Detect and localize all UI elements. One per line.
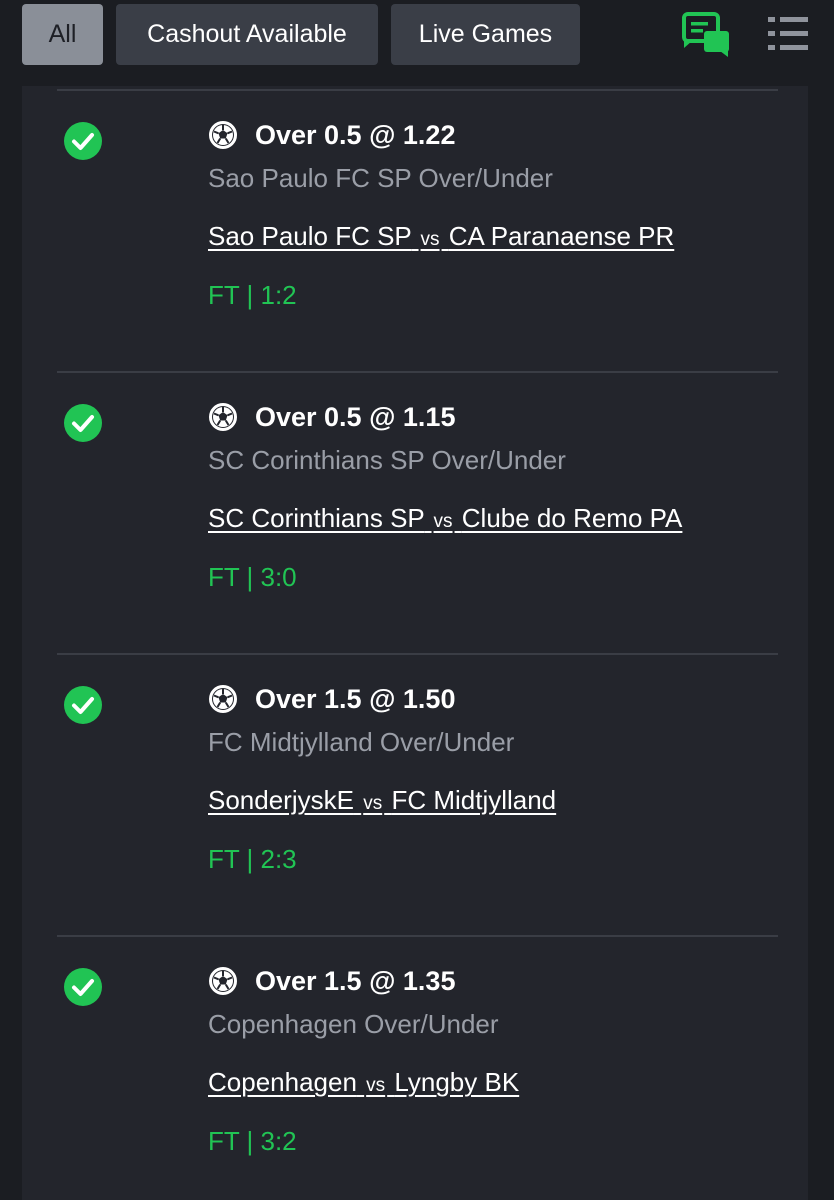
selection-text: Over 1.5 @ 1.50 [255, 683, 456, 714]
filter-all-button[interactable]: All [22, 4, 103, 65]
soccer-ball-icon [208, 684, 238, 714]
away-team: CA Paranaense PR [448, 221, 675, 251]
selection-text: Over 0.5 @ 1.15 [255, 401, 456, 432]
check-circle-icon [63, 967, 103, 1007]
bet-selection: Over 1.5 @ 1.35 [208, 964, 455, 998]
bet-market: Copenhagen Over/Under [208, 1009, 499, 1039]
selection-text: Over 0.5 @ 1.22 [255, 119, 456, 150]
home-team: SC Corinthians SP [208, 503, 425, 533]
bet-market: SC Corinthians SP Over/Under [208, 445, 566, 475]
list-menu-icon[interactable] [766, 14, 810, 54]
check-circle-icon [63, 121, 103, 161]
home-team: Sao Paulo FC SP [208, 221, 412, 251]
away-team: Lyngby BK [394, 1067, 520, 1097]
match-link[interactable]: SC Corinthians SP vs Clube do Remo PA [208, 503, 682, 534]
filter-bar: All Cashout Available Live Games [0, 0, 834, 86]
away-team: Clube do Remo PA [461, 503, 683, 533]
vs-label: vs [433, 511, 453, 532]
home-team: Copenhagen [208, 1067, 357, 1097]
home-team: SonderjyskE [208, 785, 354, 815]
bet-result: FT | 3:2 [208, 1126, 297, 1156]
bet-result: FT | 1:2 [208, 280, 297, 310]
bet-item: Over 0.5 @ 1.22 Sao Paulo FC SP Over/Und… [22, 91, 808, 373]
check-circle-icon [63, 685, 103, 725]
away-team: FC Midtjylland [391, 785, 557, 815]
vs-label: vs [363, 793, 383, 814]
bet-list: Over 0.5 @ 1.22 Sao Paulo FC SP Over/Und… [22, 86, 808, 1200]
selection-text: Over 1.5 @ 1.35 [255, 965, 456, 996]
bet-item: Over 0.5 @ 1.15 SC Corinthians SP Over/U… [22, 373, 808, 655]
bet-item: Over 1.5 @ 1.50 FC Midtjylland Over/Unde… [22, 655, 808, 937]
vs-label: vs [420, 229, 440, 250]
vs-label: vs [366, 1075, 386, 1096]
soccer-ball-icon [208, 120, 238, 150]
bet-selection: Over 1.5 @ 1.50 [208, 682, 455, 716]
bet-selection: Over 0.5 @ 1.22 [208, 118, 455, 152]
filter-cashout-button[interactable]: Cashout Available [116, 4, 378, 65]
match-link[interactable]: Sao Paulo FC SP vs CA Paranaense PR [208, 221, 674, 252]
match-link[interactable]: Copenhagen vs Lyngby BK [208, 1067, 519, 1098]
chat-icon[interactable] [680, 10, 732, 58]
bet-market: Sao Paulo FC SP Over/Under [208, 163, 553, 193]
bet-item: Over 1.5 @ 1.35 Copenhagen Over/Under Co… [22, 937, 808, 1200]
bet-history-page: All Cashout Available Live Games Over 0.… [0, 0, 834, 1200]
bet-market: FC Midtjylland Over/Under [208, 727, 515, 757]
bet-result: FT | 3:0 [208, 562, 297, 592]
bet-selection: Over 0.5 @ 1.15 [208, 400, 455, 434]
match-link[interactable]: SonderjyskE vs FC Midtjylland [208, 785, 556, 816]
soccer-ball-icon [208, 402, 238, 432]
filter-live-games-button[interactable]: Live Games [391, 4, 580, 65]
bet-result: FT | 2:3 [208, 844, 297, 874]
check-circle-icon [63, 403, 103, 443]
soccer-ball-icon [208, 966, 238, 996]
